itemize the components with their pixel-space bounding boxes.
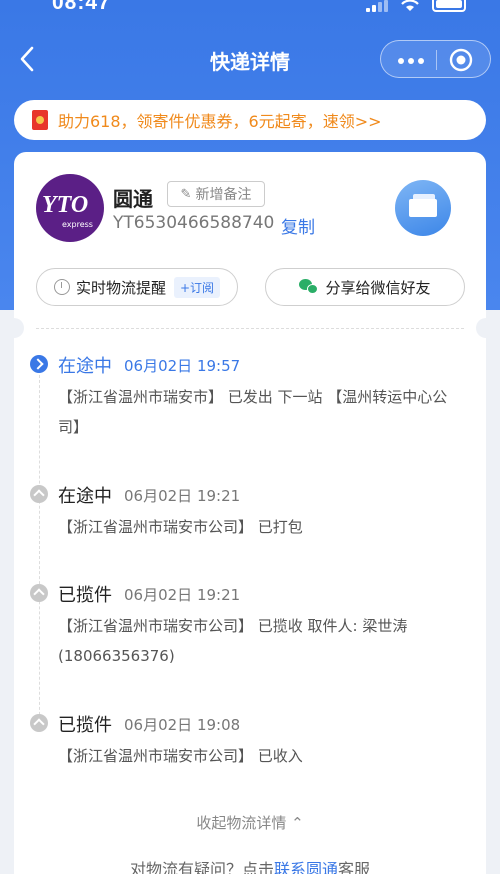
status-time: 08:47 bbox=[52, 0, 111, 14]
battery-icon bbox=[432, 0, 466, 12]
support-suffix: 客服 bbox=[338, 860, 371, 874]
add-note-label: 新增备注 bbox=[195, 187, 252, 203]
mini-program-capsule bbox=[380, 40, 491, 78]
chevron-up-icon bbox=[30, 485, 48, 503]
contact-support-text: 对物流有疑问？点击联系圆通客服 bbox=[14, 856, 486, 874]
carrier-logo: YTO express bbox=[36, 174, 104, 242]
event-time: 06月02日 19:08 bbox=[124, 716, 241, 734]
contact-carrier-link[interactable]: 联系圆通 bbox=[274, 860, 338, 874]
collapse-details-button[interactable]: 收起物流详情 ⌃ bbox=[14, 812, 486, 833]
close-target-icon[interactable] bbox=[447, 46, 475, 74]
wifi-icon bbox=[401, 0, 419, 11]
event-status: 已揽件 bbox=[58, 715, 112, 736]
red-envelope-icon bbox=[32, 110, 48, 130]
support-prefix: 对物流有疑问？点击 bbox=[129, 860, 274, 874]
mail-icon[interactable] bbox=[395, 180, 451, 236]
copy-button[interactable]: 复制 bbox=[281, 213, 315, 238]
event-status: 在途中 bbox=[58, 486, 112, 507]
event-time: 06月02日 19:57 bbox=[124, 357, 241, 375]
event-status: 已揽件 bbox=[58, 585, 112, 606]
promo-banner[interactable]: 助力618，领寄件优惠券，6元起寄，速领>> bbox=[14, 100, 486, 140]
event-description: 【浙江省温州市瑞安市】 已发出 下一站 【温州转运中心公司】 bbox=[58, 388, 448, 436]
more-options-icon[interactable] bbox=[389, 41, 433, 79]
in-transit-arrow-icon bbox=[30, 355, 48, 373]
signal-icon bbox=[366, 0, 392, 12]
status-bar: 08:47 bbox=[0, 0, 500, 26]
alarm-clock-icon bbox=[53, 279, 70, 295]
card-notch-left bbox=[4, 318, 24, 338]
event-time: 06月02日 19:21 bbox=[124, 586, 241, 604]
event-status: 在途中 bbox=[58, 356, 112, 377]
promo-text: 助力618，领寄件优惠券，6元起寄，速领>> bbox=[58, 112, 382, 131]
chevron-up-icon bbox=[30, 714, 48, 732]
timeline-line bbox=[39, 370, 40, 730]
shipment-card: YTO express 圆通 ✎ 新增备注 YT6530466588740 复制… bbox=[14, 152, 486, 874]
logo-text: YTO bbox=[42, 192, 89, 218]
carrier-name: 圆通 bbox=[113, 187, 153, 211]
subscribe-tag: +订阅 bbox=[173, 276, 221, 298]
section-divider bbox=[36, 328, 464, 329]
card-notch-right bbox=[476, 318, 496, 338]
event-description: 【浙江省温州市瑞安市公司】 已收入 bbox=[58, 747, 303, 765]
event-description: 【浙江省温州市瑞安市公司】 已打包 bbox=[58, 518, 303, 536]
event-time: 06月02日 19:21 bbox=[124, 487, 241, 505]
reminder-label: 实时物流提醒 bbox=[75, 278, 166, 297]
event-description: 【浙江省温州市瑞安市公司】 已揽收 取件人: 梁世涛 (18066356376) bbox=[58, 617, 408, 665]
add-note-button[interactable]: ✎ 新增备注 bbox=[167, 181, 265, 207]
wechat-icon bbox=[299, 279, 319, 295]
logo-subtext: express bbox=[62, 220, 93, 229]
share-label: 分享给微信好友 bbox=[325, 278, 431, 297]
navigation-bar: 快递详情 bbox=[0, 34, 500, 84]
share-wechat-button[interactable]: 分享给微信好友 bbox=[265, 268, 465, 306]
tracking-number: YT6530466588740 bbox=[113, 213, 275, 233]
pencil-icon: ✎ bbox=[180, 186, 192, 202]
chevron-up-icon bbox=[30, 584, 48, 602]
realtime-reminder-button[interactable]: 实时物流提醒 +订阅 bbox=[36, 268, 238, 306]
capsule-divider bbox=[436, 50, 437, 70]
